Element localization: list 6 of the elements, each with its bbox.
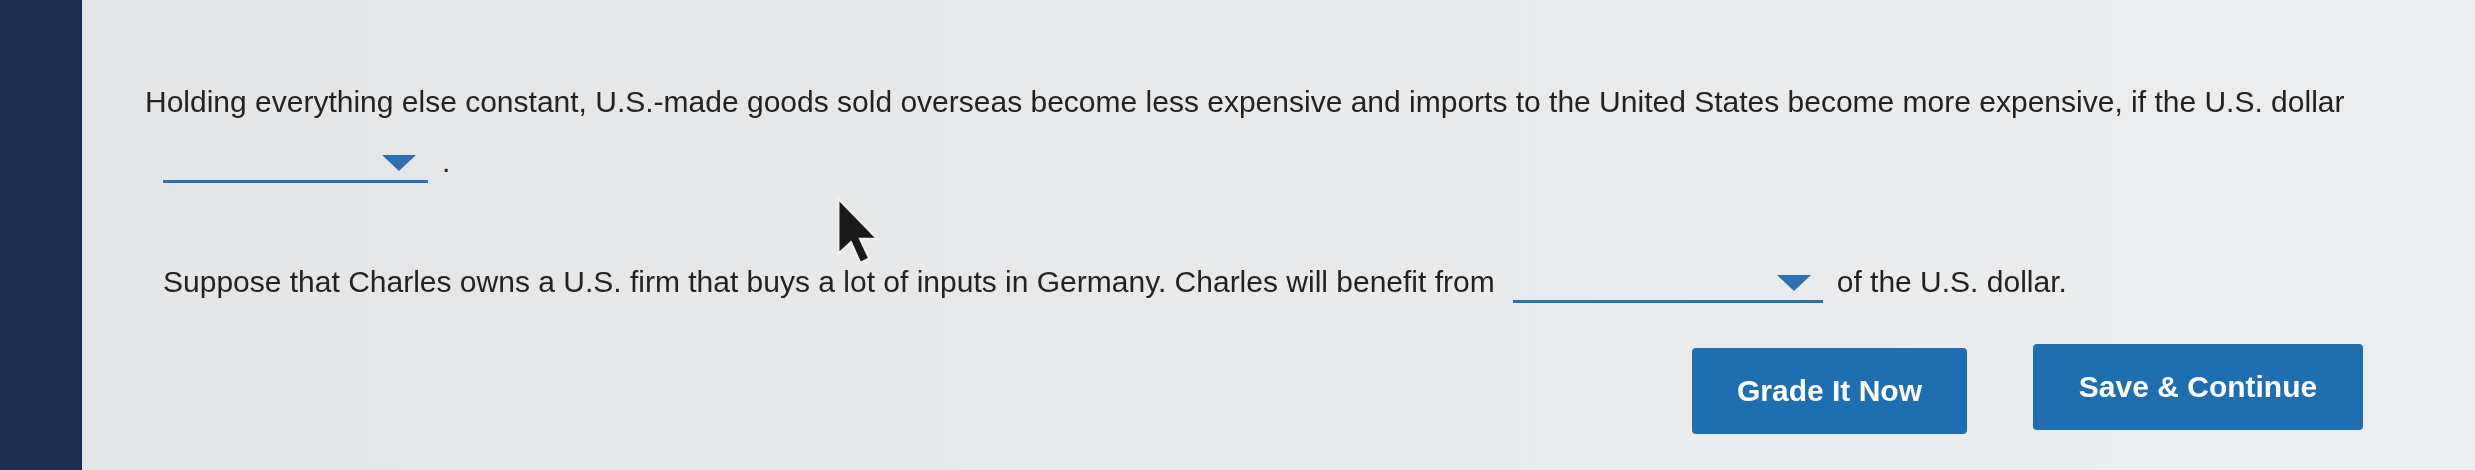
action-button[interactable]: Save & Continue [2033, 344, 2363, 430]
question-text: Holding everything else constant, U.S.-made goods sold overseas become less expensive and imports to the United States become more expensive, if the U.S. dollar . [145, 72, 2435, 192]
dropdown-arrow-icon [382, 154, 416, 171]
action-button[interactable]: Grade It Now [1692, 348, 1967, 434]
dropdown-arrow-icon [1776, 274, 1811, 291]
question-text: Suppose that Charles owns a U.S. firm that buys a lot of inputs in Germany. Charles will benefit from of the U.S. dollar. [145, 252, 2453, 312]
